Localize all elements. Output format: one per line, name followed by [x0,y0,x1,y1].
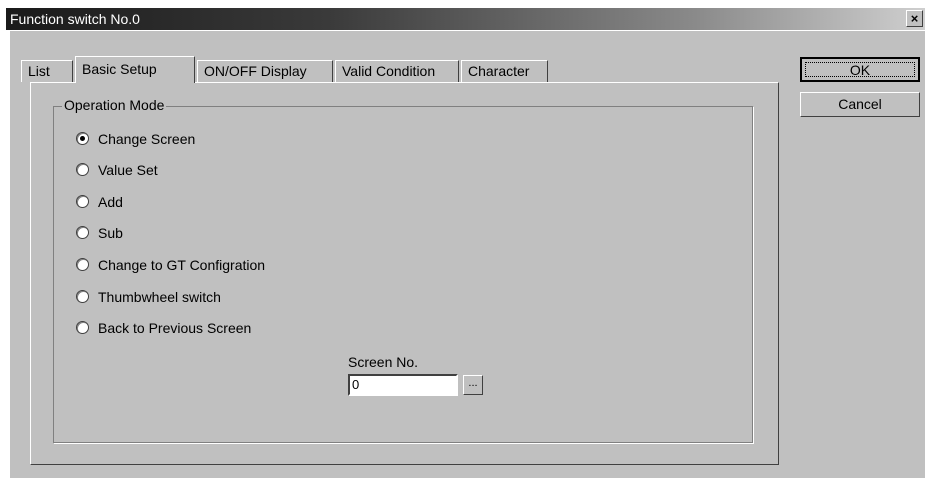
radio-label: Change Screen [98,131,196,147]
close-icon[interactable]: × [906,10,923,27]
cancel-button[interactable]: Cancel [800,92,920,117]
title-bar[interactable]: Function switch No.0 × [6,8,925,30]
basic-setup-panel: Operation Mode Change Screen Value Set A… [30,82,779,465]
radio-icon[interactable] [76,258,89,271]
radio-label: Add [98,194,123,210]
radio-icon[interactable] [76,226,89,239]
radio-label: Sub [98,225,123,241]
ok-button[interactable]: OK [800,57,920,82]
tab-character[interactable]: Character [461,60,548,82]
window-title: Function switch No.0 [10,11,140,27]
radio-label: Value Set [98,162,158,178]
tab-on-off-display[interactable]: ON/OFF Display [197,60,333,82]
radio-label: Thumbwheel switch [98,289,221,305]
radio-icon[interactable] [76,195,89,208]
radio-selected-icon[interactable] [76,132,89,145]
screen-no-label: Screen No. [348,354,419,370]
radio-icon[interactable] [76,163,89,176]
radio-icon[interactable] [76,290,89,303]
cancel-label: Cancel [838,96,882,112]
tab-valid-condition[interactable]: Valid Condition [335,60,459,82]
radio-label: Change to GT Configration [98,257,266,273]
focus-rect [805,62,915,77]
browse-button[interactable]: ... [463,375,483,395]
radio-label: Back to Previous Screen [98,320,252,336]
function-switch-dialog: Function switch No.0 × List Basic Setup … [0,0,925,481]
operation-mode-label: Operation Mode [62,97,167,113]
tab-basic-setup[interactable]: Basic Setup [75,56,195,83]
tab-list[interactable]: List [21,60,73,82]
screen-no-input[interactable]: 0 [348,374,458,396]
operation-mode-group: Operation Mode Change Screen Value Set A… [53,97,753,443]
radio-icon[interactable] [76,321,89,334]
